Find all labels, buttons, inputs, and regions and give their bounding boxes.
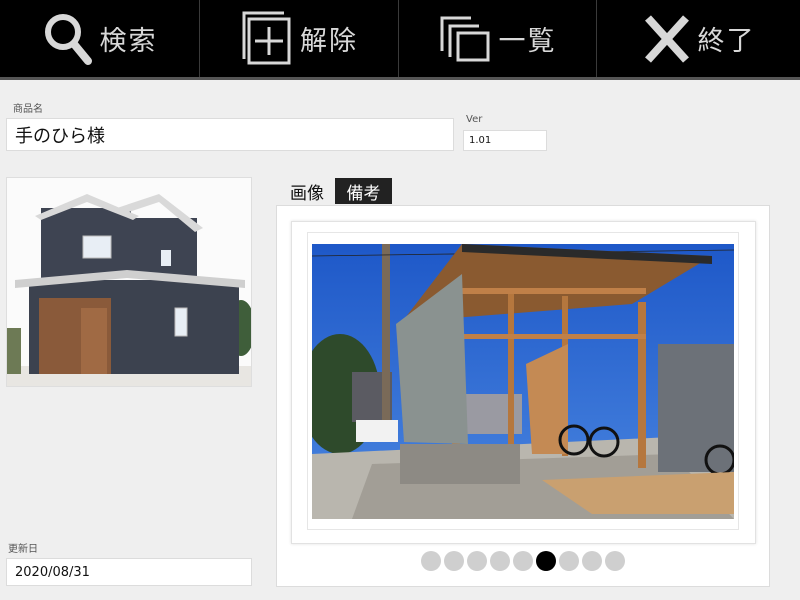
- add-square-icon: [242, 11, 291, 64]
- search-button-label: 検索: [99, 26, 158, 57]
- list-button-label: 一覧: [498, 26, 557, 57]
- toolbar: 検索 解除 一覧 終了: [0, 0, 800, 80]
- version-label: Ver: [466, 114, 483, 125]
- carport-photo-image: [312, 244, 734, 519]
- house-thumbnail-image: [7, 178, 255, 386]
- copy-stack-icon: [440, 16, 489, 61]
- carousel-dot[interactable]: [421, 551, 441, 571]
- carousel-dot[interactable]: [513, 551, 533, 571]
- list-button[interactable]: 一覧: [399, 0, 597, 77]
- carousel-dot[interactable]: [444, 551, 464, 571]
- carousel-dot[interactable]: [536, 551, 556, 571]
- carousel-dot[interactable]: [582, 551, 602, 571]
- tab-image[interactable]: 画像: [282, 178, 332, 204]
- carousel-dot[interactable]: [467, 551, 487, 571]
- version-field[interactable]: 1.01: [463, 130, 547, 151]
- exit-button-label: 終了: [697, 26, 756, 57]
- product-name-label: 商品名: [13, 104, 43, 115]
- search-button[interactable]: 検索: [0, 0, 200, 77]
- clear-button[interactable]: 解除: [200, 0, 399, 77]
- search-icon: [44, 13, 92, 65]
- carport-photo[interactable]: [312, 244, 734, 519]
- exit-button[interactable]: 終了: [597, 0, 800, 77]
- carousel-dots: [421, 551, 628, 573]
- close-x-icon: [644, 14, 689, 63]
- updated-date-label: 更新日: [8, 544, 38, 555]
- product-name-field[interactable]: 手のひら様: [6, 118, 454, 151]
- tab-notes[interactable]: 備考: [335, 178, 392, 204]
- carousel-dot[interactable]: [605, 551, 625, 571]
- carousel-dot[interactable]: [559, 551, 579, 571]
- updated-date-field[interactable]: 2020/08/31: [6, 558, 252, 586]
- carousel-dot[interactable]: [490, 551, 510, 571]
- thumbnail-card[interactable]: [6, 177, 255, 387]
- clear-button-label: 解除: [300, 26, 358, 57]
